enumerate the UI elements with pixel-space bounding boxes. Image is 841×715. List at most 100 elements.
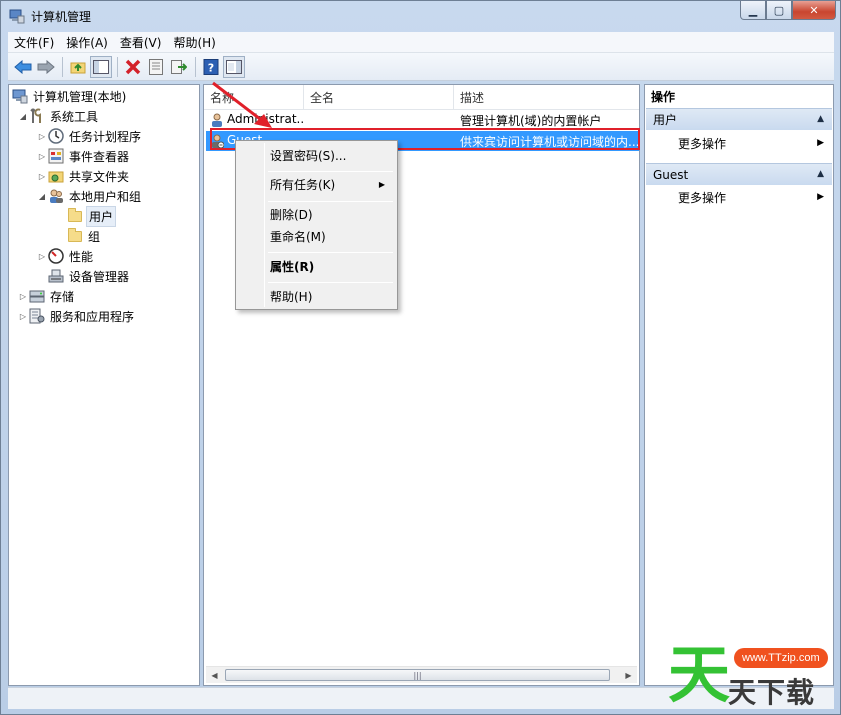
cell-description: 管理计算机(域)的内置帐户: [460, 114, 602, 128]
collapsed-arrow-icon[interactable]: ▷: [17, 292, 29, 301]
minimize-button[interactable]: ▁: [740, 1, 766, 20]
tree-label: 组: [88, 229, 101, 244]
tree-item-root[interactable]: 计算机管理(本地): [12, 86, 128, 106]
device-manager-icon: [48, 268, 64, 284]
actions-pane-title: 操作: [645, 85, 833, 107]
window-title: 计算机管理: [31, 9, 92, 24]
collapse-caret-icon[interactable]: ▲: [817, 114, 824, 124]
more-actions-guest[interactable]: 更多操作 ▶: [646, 187, 832, 207]
tree-item-local-users-groups[interactable]: ◢ 本地用户和组: [36, 186, 143, 206]
tree-item-performance[interactable]: ▷ 性能: [36, 246, 95, 266]
scroll-thumb[interactable]: |||: [225, 669, 610, 681]
collapsed-arrow-icon[interactable]: ▷: [36, 132, 48, 141]
collapsed-arrow-icon[interactable]: ▷: [36, 172, 48, 181]
toolbar: ?: [8, 53, 834, 81]
toolbar-separator: [117, 56, 118, 77]
tree-label: 用户: [86, 205, 117, 227]
actions-pane: 操作 用户 ▲ 更多操作 ▶ Guest ▲ 更多操作 ▶: [644, 84, 834, 686]
annotation-arrow: [212, 81, 272, 128]
computer-icon: [12, 88, 28, 104]
tree-label: 设备管理器: [69, 269, 130, 284]
tree-item-shared-folders[interactable]: ▷ 共享文件夹: [36, 166, 131, 186]
event-viewer-icon: [48, 148, 64, 164]
tree-label: 共享文件夹: [69, 169, 130, 184]
svg-text:?: ?: [208, 61, 214, 74]
more-actions-label: 更多操作: [678, 190, 727, 205]
tree-item-groups[interactable]: 组: [67, 226, 102, 246]
menu-item-rename[interactable]: 重命名(M): [238, 225, 395, 247]
menu-separator: [268, 252, 393, 253]
column-header-fullname[interactable]: 全名: [304, 85, 454, 109]
close-button[interactable]: ✕: [792, 1, 836, 20]
tree-label: 事件查看器: [69, 149, 130, 164]
tree-item-device-manager[interactable]: 设备管理器: [48, 266, 131, 286]
tree-item-storage[interactable]: ▷ 存储: [17, 286, 76, 306]
delete-icon[interactable]: [122, 56, 144, 78]
tree-label: 任务计划程序: [69, 129, 142, 144]
tree-label: 服务和应用程序: [50, 309, 135, 324]
menu-action[interactable]: 操作(A): [60, 34, 114, 51]
tree-label: 本地用户和组: [69, 189, 142, 204]
up-folder-icon[interactable]: [67, 56, 89, 78]
scroll-left-arrow-icon[interactable]: ◀: [206, 667, 223, 683]
tree-item-event-viewer[interactable]: ▷ 事件查看器: [36, 146, 131, 166]
show-action-pane-icon[interactable]: [223, 55, 245, 78]
performance-icon: [48, 248, 64, 264]
watermark-main-char: 天: [668, 638, 731, 711]
tree-label: 系统工具: [50, 109, 99, 124]
more-actions-users[interactable]: 更多操作 ▶: [646, 133, 832, 153]
computer-management-window: 计算机管理 ▁ ▢ ✕ 文件(F) 操作(A) 查看(V) 帮助(H) ? 计算…: [0, 0, 841, 715]
tree-label: 性能: [69, 249, 94, 264]
column-header-description[interactable]: 描述: [454, 85, 639, 109]
shared-folder-icon: [48, 168, 64, 184]
menu-separator: [268, 282, 393, 283]
folder-icon: [67, 207, 83, 224]
show-hide-tree-icon[interactable]: [90, 55, 112, 78]
collapsed-arrow-icon[interactable]: ▷: [36, 252, 48, 261]
forward-arrow-icon[interactable]: [35, 56, 57, 78]
menu-file[interactable]: 文件(F): [8, 34, 60, 51]
tree-item-users[interactable]: 用户: [67, 205, 117, 227]
toolbar-separator: [62, 56, 63, 77]
menu-item-delete[interactable]: 删除(D): [238, 203, 395, 225]
menu-view[interactable]: 查看(V): [114, 34, 168, 51]
actions-section-guest[interactable]: Guest ▲: [646, 163, 832, 185]
expanded-arrow-icon[interactable]: ◢: [17, 112, 29, 121]
computer-management-icon: [9, 8, 25, 24]
scroll-right-arrow-icon[interactable]: ▶: [620, 667, 637, 683]
tree-item-system-tools[interactable]: ◢ 系统工具: [17, 106, 100, 126]
navigation-tree[interactable]: 计算机管理(本地) ◢ 系统工具 ▷ 任务计划程序 ▷ 事件查看器 ▷ 共享文件…: [8, 84, 200, 686]
menu-item-all-tasks[interactable]: 所有任务(K) ▶: [238, 173, 395, 195]
maximize-button[interactable]: ▢: [766, 1, 792, 20]
users-group-icon: [48, 188, 64, 204]
expanded-arrow-icon[interactable]: ◢: [36, 192, 48, 201]
toolbar-separator: [195, 56, 196, 77]
back-arrow-icon[interactable]: [12, 56, 34, 78]
actions-section-label: 用户: [653, 113, 678, 127]
export-list-icon[interactable]: [168, 56, 190, 78]
collapsed-arrow-icon[interactable]: ▷: [36, 152, 48, 161]
horizontal-scrollbar[interactable]: ◀ ||| ▶: [206, 666, 637, 683]
tree-item-task-scheduler[interactable]: ▷ 任务计划程序: [36, 126, 143, 146]
submenu-arrow-icon: ▶: [817, 192, 824, 202]
menu-separator: [268, 201, 393, 202]
storage-icon: [29, 288, 45, 304]
menu-item-properties[interactable]: 属性(R): [238, 255, 395, 277]
menu-item-label: 所有任务(K): [270, 177, 336, 192]
tree-label: 计算机管理(本地): [33, 89, 127, 104]
services-icon: [29, 308, 45, 324]
tree-item-services-apps[interactable]: ▷ 服务和应用程序: [17, 306, 136, 326]
watermark-url: www.TTzip.com: [734, 648, 828, 668]
actions-section-users[interactable]: 用户 ▲: [646, 108, 832, 130]
properties-icon[interactable]: [145, 56, 167, 78]
help-icon[interactable]: ?: [200, 56, 222, 78]
menu-item-help[interactable]: 帮助(H): [238, 285, 395, 307]
actions-section-label: Guest: [653, 167, 689, 182]
more-actions-label: 更多操作: [678, 136, 727, 151]
collapsed-arrow-icon[interactable]: ▷: [17, 312, 29, 321]
context-menu: 设置密码(S)... 所有任务(K) ▶ 删除(D) 重命名(M) 属性(R) …: [235, 140, 398, 310]
submenu-arrow-icon: ▶: [378, 179, 385, 189]
menu-help[interactable]: 帮助(H): [167, 34, 221, 51]
title-bar[interactable]: 计算机管理 ▁ ▢ ✕: [1, 1, 840, 31]
collapse-caret-icon[interactable]: ▲: [817, 169, 824, 179]
